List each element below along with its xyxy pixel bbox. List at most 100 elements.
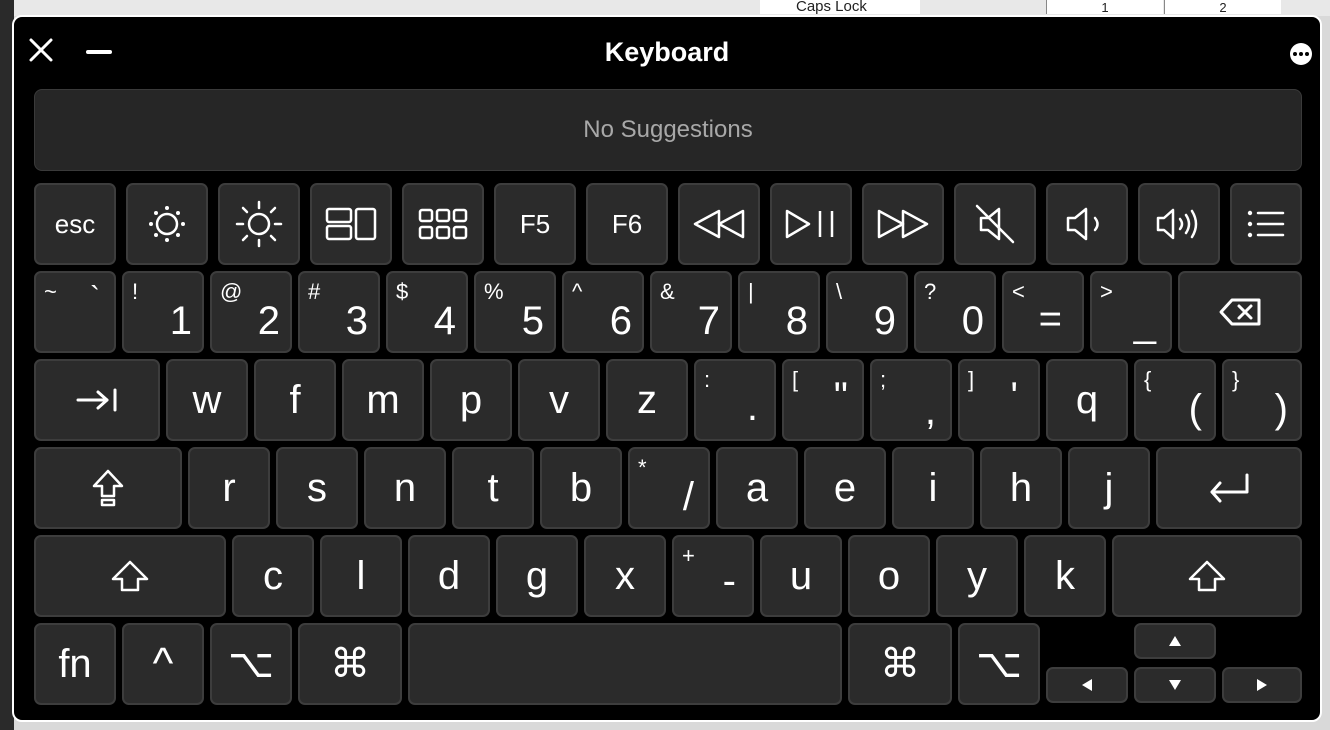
caps-lock-key[interactable] (34, 447, 182, 529)
key-2[interactable]: @ 2 (210, 271, 292, 353)
key-z[interactable]: z (606, 359, 688, 441)
key-underscore[interactable]: > _ (1090, 271, 1172, 353)
key-g[interactable]: g (496, 535, 578, 617)
key-a[interactable]: a (716, 447, 798, 529)
list-icon (1247, 210, 1285, 238)
key-o[interactable]: o (848, 535, 930, 617)
key-d[interactable]: d (408, 535, 490, 617)
delete-icon (1219, 298, 1261, 326)
control-key[interactable]: ^ (122, 623, 204, 705)
play-pause-key[interactable] (770, 183, 852, 265)
f5-key[interactable]: F5 (494, 183, 576, 265)
key-tilde-backtick[interactable]: ~ ` (34, 271, 116, 353)
key-f[interactable]: f (254, 359, 336, 441)
volume-up-icon (1156, 208, 1198, 240)
key-p[interactable]: p (430, 359, 512, 441)
mission-control-icon (325, 207, 377, 241)
right-arrow-key[interactable] (1222, 667, 1302, 703)
rewind-key[interactable] (678, 183, 760, 265)
key-single-quote[interactable]: ] ' (958, 359, 1040, 441)
brightness-down-icon (149, 206, 185, 242)
arrow-down-icon (1169, 680, 1181, 690)
brightness-up-icon (235, 200, 283, 248)
key-t[interactable]: t (452, 447, 534, 529)
key-9[interactable]: \ 9 (826, 271, 908, 353)
key-w[interactable]: w (166, 359, 248, 441)
tab-key[interactable] (34, 359, 160, 441)
key-double-quote[interactable]: [ " (782, 359, 864, 441)
key-n[interactable]: n (364, 447, 446, 529)
key-k[interactable]: k (1024, 535, 1106, 617)
key-4[interactable]: $ 4 (386, 271, 468, 353)
delete-key[interactable] (1178, 271, 1302, 353)
key-b[interactable]: b (540, 447, 622, 529)
brightness-down-key[interactable] (126, 183, 208, 265)
left-shift-key[interactable] (34, 535, 226, 617)
key-period[interactable]: : . (694, 359, 776, 441)
more-options-button[interactable] (1290, 43, 1312, 65)
right-option-key[interactable]: ⌥ (958, 623, 1040, 705)
window-title: Keyboard (604, 37, 730, 67)
return-key[interactable] (1156, 447, 1302, 529)
list-key[interactable] (1230, 183, 1302, 265)
key-5[interactable]: % 5 (474, 271, 556, 353)
mute-key[interactable] (954, 183, 1036, 265)
key-i[interactable]: i (892, 447, 974, 529)
fast-forward-icon (877, 209, 929, 239)
key-3[interactable]: # 3 (298, 271, 380, 353)
key-h[interactable]: h (980, 447, 1062, 529)
esc-key[interactable]: esc (34, 183, 116, 265)
key-v[interactable]: v (518, 359, 600, 441)
key-8[interactable]: | 8 (738, 271, 820, 353)
up-arrow-key[interactable] (1134, 623, 1216, 659)
left-command-key[interactable]: ⌘ (298, 623, 402, 705)
right-command-key[interactable]: ⌘ (848, 623, 952, 705)
caps-lock-icon (92, 469, 124, 507)
launchpad-icon (418, 208, 468, 240)
volume-down-key[interactable] (1046, 183, 1128, 265)
shift-icon (111, 560, 149, 592)
left-option-key[interactable]: ⌥ (210, 623, 292, 705)
down-arrow-key[interactable] (1134, 667, 1216, 703)
key-minus[interactable]: + - (672, 535, 754, 617)
key-comma[interactable]: ; , (870, 359, 952, 441)
key-r[interactable]: r (188, 447, 270, 529)
background-cell-2: 2 (1164, 0, 1281, 14)
key-l[interactable]: l (320, 535, 402, 617)
key-equals[interactable]: < = (1002, 271, 1084, 353)
key-s[interactable]: s (276, 447, 358, 529)
key-y[interactable]: y (936, 535, 1018, 617)
brightness-up-key[interactable] (218, 183, 300, 265)
key-e[interactable]: e (804, 447, 886, 529)
key-q[interactable]: q (1046, 359, 1128, 441)
volume-down-icon (1066, 207, 1099, 241)
f6-key[interactable]: F6 (586, 183, 668, 265)
key-6[interactable]: ^ 6 (562, 271, 644, 353)
suggestion-bar: No Suggestions (34, 89, 1302, 171)
right-shift-key[interactable] (1112, 535, 1302, 617)
launchpad-key[interactable] (402, 183, 484, 265)
background-cell-1: 1 (1046, 0, 1163, 14)
mute-icon (975, 204, 1015, 244)
key-left-paren[interactable]: { ( (1134, 359, 1216, 441)
key-right-paren[interactable]: } ) (1222, 359, 1302, 441)
key-7[interactable]: & 7 (650, 271, 732, 353)
key-c[interactable]: c (232, 535, 314, 617)
key-x[interactable]: x (584, 535, 666, 617)
key-1[interactable]: ! 1 (122, 271, 204, 353)
key-m[interactable]: m (342, 359, 424, 441)
key-j[interactable]: j (1068, 447, 1150, 529)
key-0[interactable]: ? 0 (914, 271, 996, 353)
shift-icon (1188, 560, 1226, 592)
mission-control-key[interactable] (310, 183, 392, 265)
key-slash[interactable]: * / (628, 447, 710, 529)
arrow-left-icon (1082, 679, 1092, 691)
fn-key[interactable]: fn (34, 623, 116, 705)
key-u[interactable]: u (760, 535, 842, 617)
left-arrow-key[interactable] (1046, 667, 1128, 703)
play-pause-icon (785, 209, 834, 239)
background-caps-lock-label: Caps Lock (760, 0, 920, 14)
volume-up-key[interactable] (1138, 183, 1220, 265)
fast-forward-key[interactable] (862, 183, 944, 265)
space-key[interactable] (408, 623, 842, 705)
